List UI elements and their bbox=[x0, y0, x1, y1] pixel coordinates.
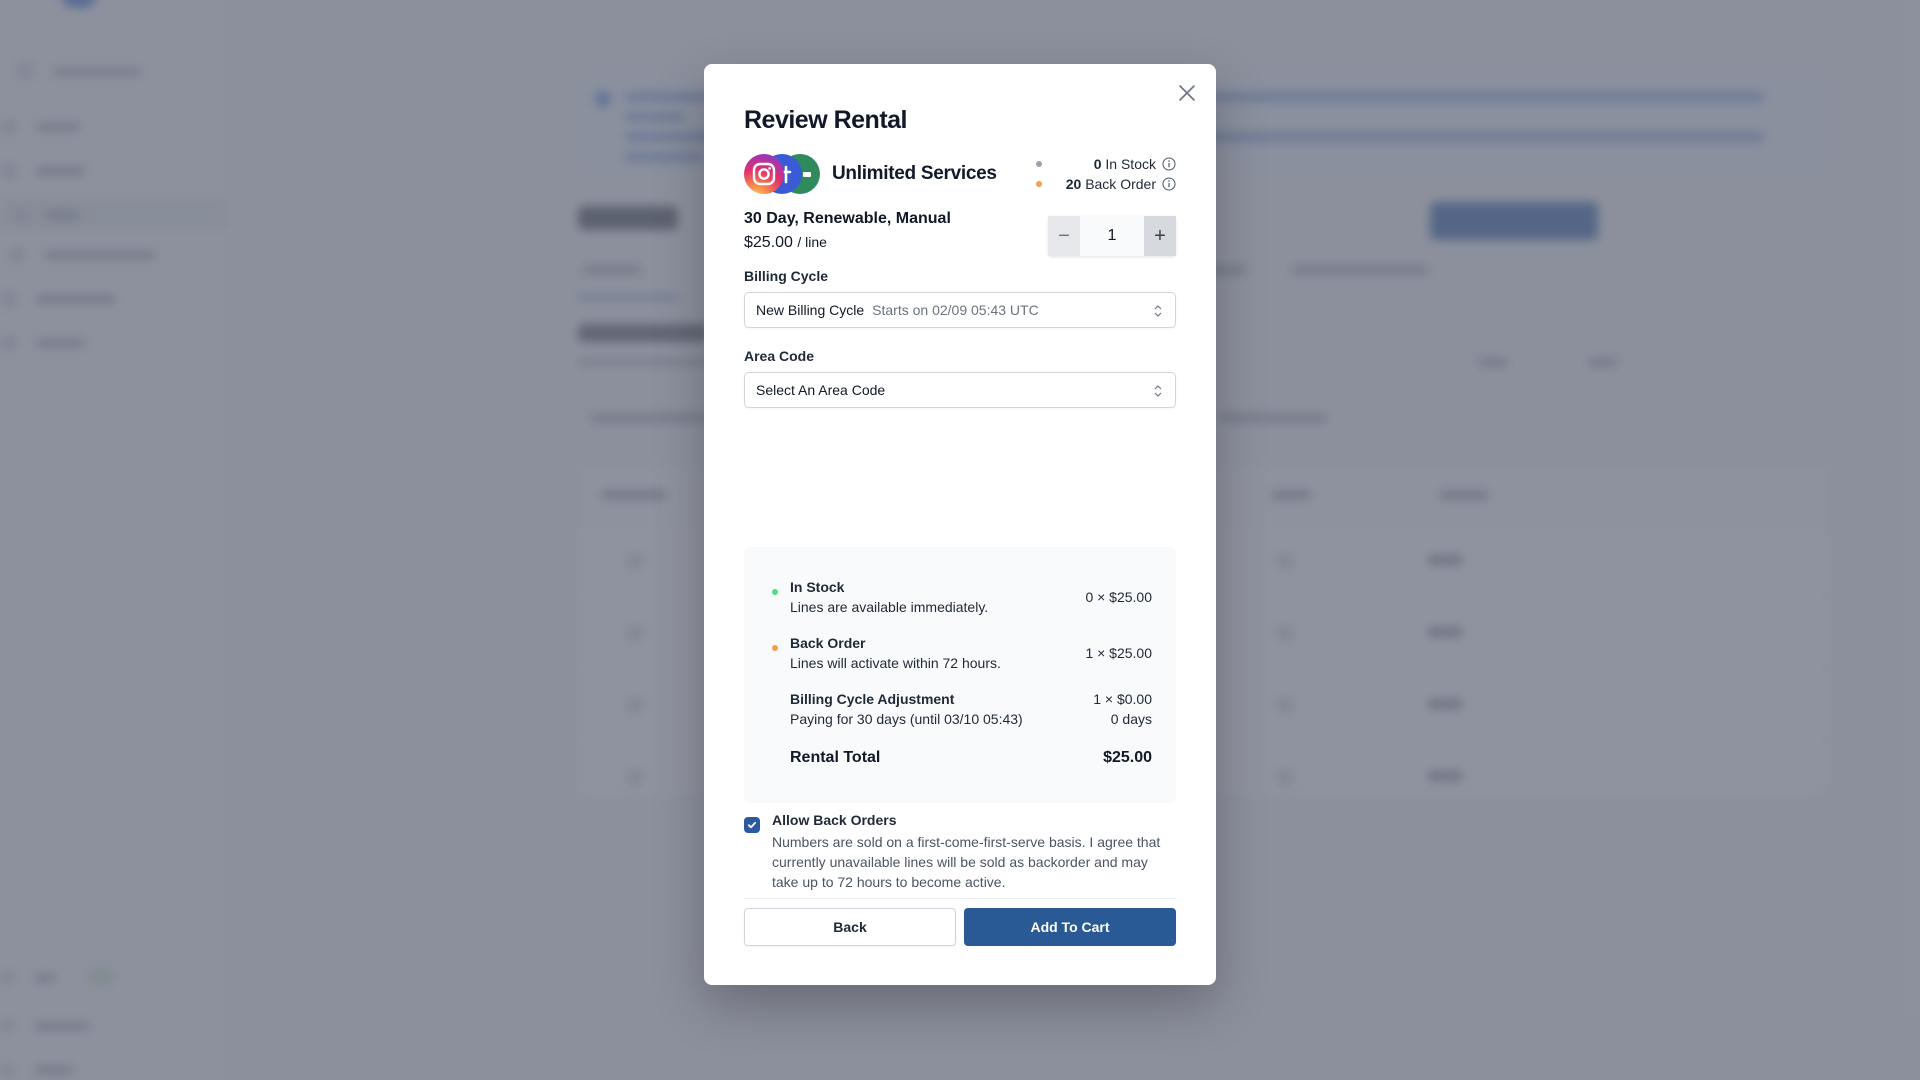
review-rental-modal: Review Rental Unlimited Services 0 In St… bbox=[704, 64, 1216, 985]
summary-row-amount: 1 × $0.00 bbox=[1093, 691, 1152, 707]
divider bbox=[744, 898, 1176, 899]
plus-icon: + bbox=[1154, 224, 1166, 247]
order-summary: In Stock Lines are available immediately… bbox=[744, 547, 1176, 803]
billing-cycle-value: New Billing Cycle bbox=[756, 302, 865, 318]
in-stock-dot bbox=[772, 589, 778, 595]
increment-button[interactable]: + bbox=[1144, 216, 1176, 256]
close-button[interactable] bbox=[1174, 80, 1200, 106]
allow-back-orders-checkbox[interactable] bbox=[744, 817, 760, 833]
quantity-stepper: − 1 + bbox=[1048, 216, 1176, 256]
area-code-label: Area Code bbox=[744, 348, 815, 364]
instagram-icon bbox=[744, 154, 784, 194]
summary-row-days: 0 days bbox=[1110, 711, 1152, 727]
area-code-placeholder: Select An Area Code bbox=[756, 382, 886, 398]
modal-title: Review Rental bbox=[744, 106, 908, 134]
service-icons bbox=[744, 154, 824, 194]
back-order-count: 20 bbox=[1065, 176, 1082, 192]
close-icon bbox=[1179, 85, 1195, 101]
back-order-dot bbox=[1036, 181, 1042, 187]
summary-row-desc: Lines are available immediately. bbox=[790, 599, 989, 615]
chevron-up-down-icon bbox=[1154, 385, 1162, 397]
price-unit: / line bbox=[797, 234, 827, 250]
plan-name: 30 Day, Renewable, Manual bbox=[744, 210, 951, 227]
summary-row-amount: 1 × $25.00 bbox=[1085, 645, 1152, 661]
info-icon[interactable] bbox=[1162, 157, 1176, 171]
area-code-select[interactable]: Select An Area Code bbox=[744, 372, 1176, 408]
billing-cycle-label: Billing Cycle bbox=[744, 268, 829, 284]
minus-icon: − bbox=[1058, 224, 1070, 247]
billing-cycle-select[interactable]: New Billing Cycle Starts on 02/09 05:43 U… bbox=[744, 292, 1176, 328]
in-stock-label: In Stock bbox=[1105, 156, 1156, 172]
quantity-value[interactable]: 1 bbox=[1080, 216, 1144, 256]
summary-row-amount: 0 × $25.00 bbox=[1085, 589, 1152, 605]
add-to-cart-button[interactable]: Add To Cart bbox=[964, 908, 1176, 946]
info-icon[interactable] bbox=[1162, 177, 1176, 191]
plan-price: $25.00 / line bbox=[744, 234, 827, 252]
summary-row-title: Billing Cycle Adjustment bbox=[790, 691, 955, 707]
decrement-button[interactable]: − bbox=[1048, 216, 1080, 256]
summary-row-title: Back Order bbox=[790, 635, 866, 651]
rental-total-label: Rental Total bbox=[790, 749, 881, 766]
stock-status: 0 In Stock 20 Back Order bbox=[1036, 154, 1176, 194]
back-order-status: 20 Back Order bbox=[1036, 174, 1176, 194]
back-order-label: Back Order bbox=[1085, 176, 1156, 192]
back-button[interactable]: Back bbox=[744, 908, 956, 946]
billing-cycle-hint: Starts on 02/09 05:43 UTC bbox=[872, 302, 1039, 318]
in-stock-count: 0 bbox=[1093, 156, 1102, 172]
check-icon bbox=[747, 821, 757, 829]
summary-row-title: In Stock bbox=[790, 579, 845, 595]
price-value: $25.00 bbox=[744, 234, 793, 251]
allow-back-orders-title: Allow Back Orders bbox=[772, 812, 897, 828]
in-stock-status: 0 In Stock bbox=[1036, 154, 1176, 174]
rental-total-amount: $25.00 bbox=[1103, 749, 1152, 766]
summary-row-desc: Lines will activate within 72 hours. bbox=[790, 655, 1001, 671]
back-order-dot bbox=[772, 645, 778, 651]
allow-back-orders-text: Numbers are sold on a first-come-first-s… bbox=[772, 834, 1161, 890]
summary-row-desc: Paying for 30 days (until 03/10 05:43) bbox=[790, 711, 1023, 727]
in-stock-dot bbox=[1036, 161, 1042, 167]
chevron-up-down-icon bbox=[1154, 305, 1162, 317]
service-name: Unlimited Services bbox=[832, 163, 997, 184]
